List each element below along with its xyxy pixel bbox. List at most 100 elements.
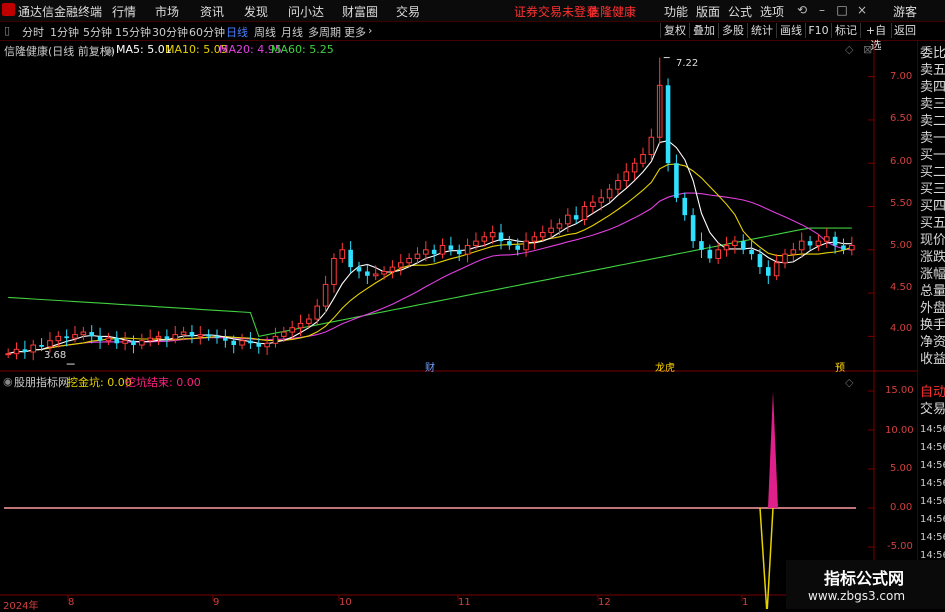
auto-trade-label[interactable]: 自动 <box>920 384 945 401</box>
side-label[interactable]: 现价 <box>920 232 945 249</box>
candle-body <box>665 85 671 164</box>
trade-label[interactable]: 交易 <box>920 401 945 418</box>
side-label[interactable]: 买五 <box>920 215 945 232</box>
candle-body <box>507 241 512 246</box>
candle-body <box>172 334 179 340</box>
candle-body <box>356 267 362 272</box>
multi-stock-button[interactable]: 多股 <box>718 23 747 38</box>
stock-title: 信隆健康(日线 前复权) <box>4 45 116 58</box>
y-tick-label: 6.50 <box>890 113 913 124</box>
settings-gear-icon[interactable]: ◉ <box>104 44 114 57</box>
period-multi[interactable]: 多周期 <box>308 24 341 40</box>
period-5min[interactable]: 5分钟 <box>83 24 112 40</box>
candlestick-series[interactable] <box>5 57 855 365</box>
period-15min[interactable]: 15分钟 <box>115 24 151 40</box>
guest-label[interactable]: 游客 <box>893 3 917 20</box>
more-chevron-icon[interactable]: › <box>368 24 372 37</box>
mark-button[interactable]: 标记 <box>831 23 860 38</box>
candle <box>623 163 630 188</box>
candle-body <box>214 336 220 339</box>
x-axis-month: 9 <box>213 597 220 608</box>
f10-button[interactable]: F10 <box>805 23 831 38</box>
side-label[interactable]: 卖二 <box>920 113 945 130</box>
indicator-y-tick: 10.00 <box>885 425 914 436</box>
trade-time: 14:56 <box>920 460 945 471</box>
menu-wealth-circle[interactable]: 财富圈 <box>342 3 378 20</box>
candle <box>556 218 563 236</box>
side-label[interactable]: 卖一 <box>920 130 945 147</box>
diamond-icon[interactable]: ◇ <box>845 43 853 56</box>
minimize-icon[interactable]: – <box>812 2 832 18</box>
side-label[interactable]: 涨跌 <box>920 249 945 266</box>
period-intraday[interactable]: 分时 <box>22 24 44 40</box>
chart-canvas[interactable] <box>0 41 917 609</box>
candle-body <box>39 345 44 347</box>
period-daily[interactable]: 日线 <box>226 24 248 40</box>
forecast-marker[interactable]: 预 <box>835 359 845 374</box>
side-label[interactable]: 买四 <box>920 198 945 215</box>
menu-options[interactable]: 选项 <box>760 3 784 20</box>
side-label[interactable]: 涨幅 <box>920 266 945 283</box>
expand-icon[interactable]: ⊠ <box>863 43 872 56</box>
side-label[interactable]: 卖四 <box>920 79 945 96</box>
side-label[interactable]: 买一 <box>920 147 945 164</box>
side-label[interactable]: 委比 <box>920 45 945 62</box>
side-label[interactable]: 收益 <box>920 351 945 368</box>
side-label[interactable]: 卖三 <box>920 96 945 113</box>
menu-discover[interactable]: 发现 <box>244 3 268 20</box>
add-watchlist-button[interactable]: +自选 <box>860 23 891 52</box>
candle <box>80 326 87 341</box>
period-monthly[interactable]: 月线 <box>281 24 303 40</box>
candle-body <box>223 338 228 341</box>
side-label[interactable]: 换手 <box>920 317 945 334</box>
indicator-diamond-icon[interactable]: ◇ <box>845 376 853 389</box>
side-label[interactable]: 外盘 <box>920 300 945 317</box>
menu-layout[interactable]: 版面 <box>696 3 720 20</box>
adjust-button[interactable]: 复权 <box>660 23 689 38</box>
finance-marker[interactable]: 财 <box>425 359 435 374</box>
menu-formula[interactable]: 公式 <box>728 3 752 20</box>
period-30min[interactable]: 30分钟 <box>152 24 188 40</box>
watermark: 指标公式网 www.zbgs3.com <box>786 560 945 609</box>
menu-ask[interactable]: 问小达 <box>288 3 324 20</box>
candle <box>147 329 153 347</box>
menu-trade[interactable]: 交易 <box>396 3 420 20</box>
candle <box>682 192 688 221</box>
candle-body <box>389 266 396 272</box>
candle-body <box>849 244 855 251</box>
draw-line-button[interactable]: 画线 <box>776 23 805 38</box>
dragon-tiger-marker[interactable]: 龙虎 <box>655 359 675 374</box>
sidebar-toggle-icon[interactable]: ▯ <box>4 24 10 37</box>
menu-market[interactable]: 市场 <box>155 3 179 20</box>
candle <box>699 232 704 259</box>
period-1min[interactable]: 1分钟 <box>50 24 79 40</box>
period-weekly[interactable]: 周线 <box>254 24 276 40</box>
candle-body <box>139 340 145 346</box>
refresh-icon[interactable]: ⟲ <box>792 2 812 18</box>
side-label[interactable]: 净资 <box>920 334 945 351</box>
back-button[interactable]: 返回 <box>891 23 918 38</box>
ma60-line <box>8 227 852 338</box>
side-label[interactable]: 总量 <box>920 283 945 300</box>
period-more[interactable]: 更多 <box>344 24 366 40</box>
x-axis-month: 10 <box>339 597 352 608</box>
period-60min[interactable]: 60分钟 <box>189 24 225 40</box>
candle-body <box>556 223 563 229</box>
close-icon[interactable]: × <box>852 2 872 18</box>
statistics-button[interactable]: 统计 <box>747 23 776 38</box>
menu-quotes[interactable]: 行情 <box>112 3 136 20</box>
candle-body <box>598 197 605 203</box>
login-notice[interactable]: 证券交易未登录 <box>514 3 598 20</box>
maximize-icon[interactable]: □ <box>832 2 852 18</box>
overlay-button[interactable]: 叠加 <box>689 23 718 38</box>
side-label[interactable]: 卖五 <box>920 62 945 79</box>
candle <box>690 208 696 249</box>
side-label[interactable]: 买二 <box>920 164 945 181</box>
candle <box>539 225 546 242</box>
menu-function[interactable]: 功能 <box>664 3 688 20</box>
indicator-settings-icon[interactable]: ◉ <box>3 375 13 388</box>
candle <box>314 299 321 325</box>
side-label[interactable]: 买三 <box>920 181 945 198</box>
candle-body <box>89 332 95 337</box>
menu-news[interactable]: 资讯 <box>200 3 224 20</box>
